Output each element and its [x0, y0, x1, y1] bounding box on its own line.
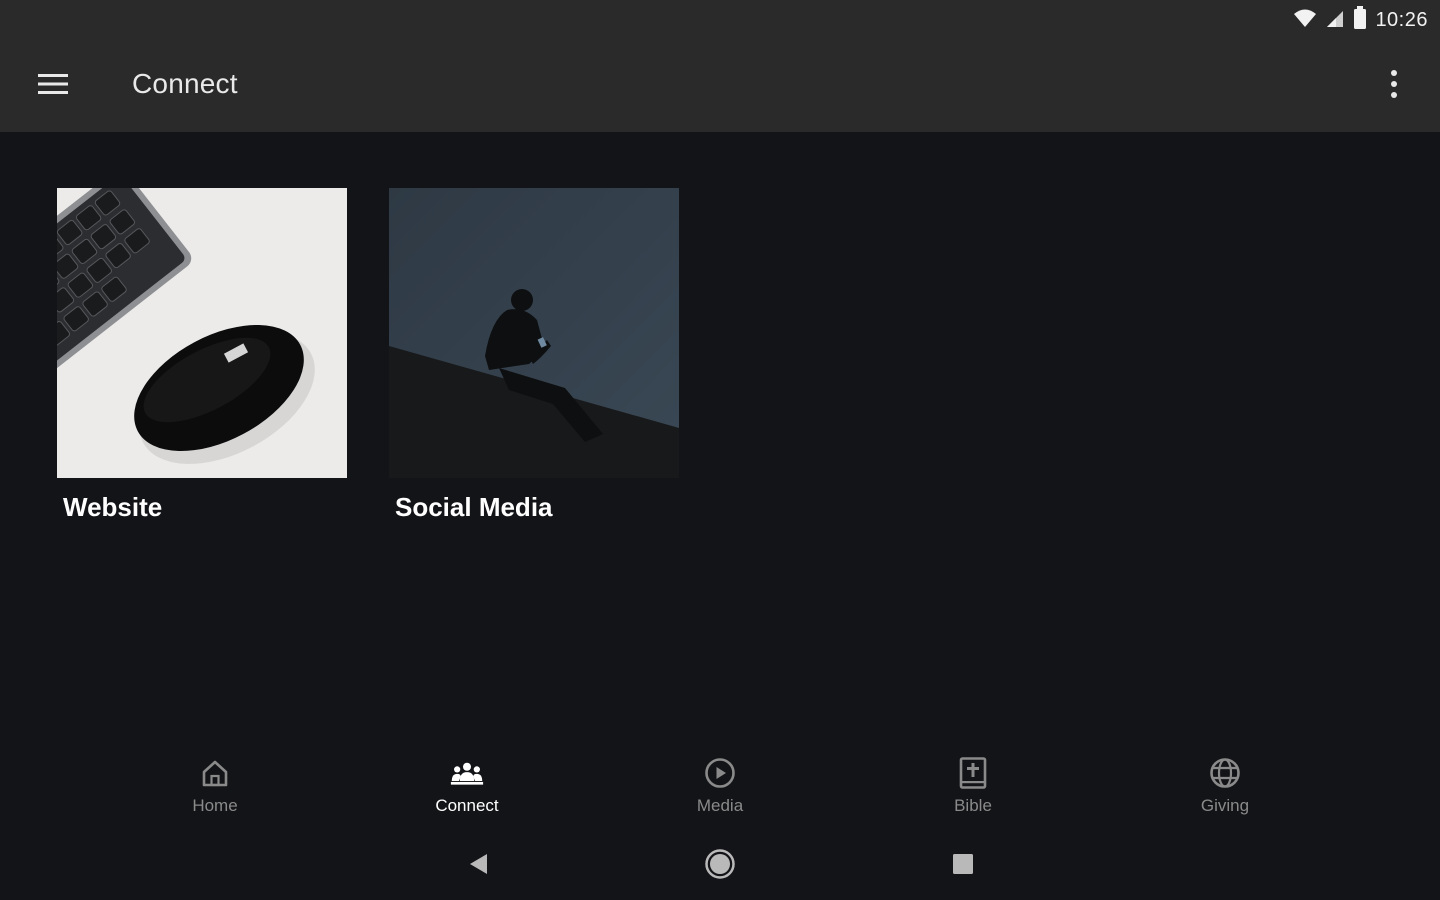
people-icon	[450, 756, 484, 790]
hamburger-menu-icon	[38, 73, 68, 100]
overflow-menu-button[interactable]	[1374, 62, 1414, 110]
home-circle-icon	[704, 848, 736, 885]
battery-icon	[1353, 5, 1367, 35]
globe-icon	[1208, 756, 1242, 790]
page-title: Connect	[132, 68, 238, 99]
nav-item-media[interactable]: Media	[660, 756, 780, 826]
website-tile-label: Website	[63, 492, 163, 522]
social-media-tile-label: Social Media	[395, 492, 553, 522]
nav-label-giving: Giving	[1200, 796, 1250, 815]
content-area: Website Social Media	[0, 132, 1440, 732]
status-icons: 10:26	[1293, 5, 1428, 35]
home-icon	[198, 756, 232, 790]
nav-label-bible: Bible	[954, 796, 992, 815]
system-recents-button[interactable]	[943, 846, 983, 886]
nav-item-giving[interactable]: Giving	[1165, 756, 1285, 826]
cell-signal-icon	[1325, 8, 1345, 33]
wifi-icon	[1293, 8, 1317, 33]
app-bar: Connect	[0, 40, 1440, 132]
nav-item-connect[interactable]: Connect	[407, 756, 527, 826]
social-media-tile[interactable]: Social Media	[389, 188, 679, 523]
more-vert-icon	[1390, 69, 1398, 104]
recents-icon	[952, 853, 974, 880]
person-with-phone-photo	[389, 188, 679, 478]
nav-item-home[interactable]: Home	[155, 756, 275, 826]
nav-label-home: Home	[192, 796, 238, 815]
nav-label-media: Media	[696, 796, 744, 815]
back-icon	[467, 852, 489, 881]
bible-icon	[956, 756, 990, 790]
system-navigation-bar	[0, 832, 1440, 900]
system-back-button[interactable]	[458, 846, 498, 886]
status-time: 10:26	[1375, 8, 1428, 31]
nav-label-connect: Connect	[435, 796, 499, 815]
menu-button[interactable]	[24, 62, 84, 110]
status-bar: 10:26	[0, 0, 1440, 40]
bottom-navigation: Home Connect Media Bible Giving	[0, 740, 1440, 832]
nav-item-bible[interactable]: Bible	[913, 756, 1033, 826]
play-circle-icon	[703, 756, 737, 790]
keyboard-and-mouse-photo	[57, 188, 347, 478]
system-home-button[interactable]	[700, 846, 740, 886]
website-tile[interactable]: Website	[57, 188, 347, 523]
